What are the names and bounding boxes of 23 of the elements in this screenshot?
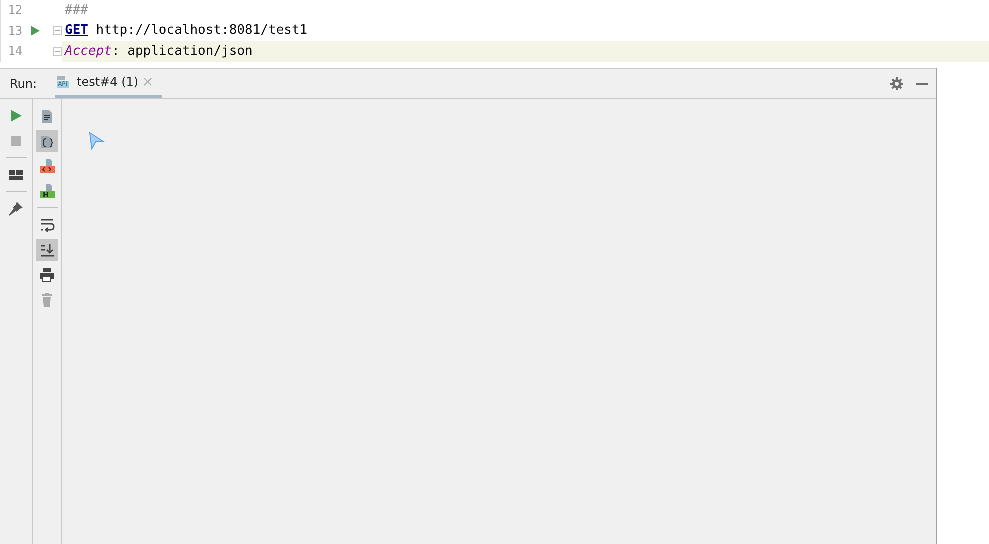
minimize-icon[interactable] xyxy=(916,82,928,84)
line-number: 13 xyxy=(7,24,23,38)
fold-marker-icon[interactable] xyxy=(52,26,62,36)
code-line: Accept: application/json xyxy=(65,44,253,59)
html-file-icon xyxy=(39,158,55,174)
run-icon[interactable] xyxy=(31,26,40,36)
fold-marker-icon[interactable] xyxy=(52,46,62,56)
pin-icon[interactable] xyxy=(8,200,24,216)
code-line: ### xyxy=(65,2,88,18)
printer-icon xyxy=(39,266,55,282)
panel-title: Run: xyxy=(10,76,38,90)
mouse-cursor-icon xyxy=(88,131,106,151)
code-line: GET http://localhost:8081/test1 xyxy=(65,23,308,38)
scroll-to-end-icon xyxy=(39,242,55,258)
run-icon[interactable] xyxy=(8,108,24,124)
line-number: 12 xyxy=(7,3,23,18)
trash-icon xyxy=(39,292,55,308)
settings-icon[interactable] xyxy=(890,76,904,90)
scroll-to-end-button[interactable] xyxy=(36,238,58,260)
text-file-icon xyxy=(39,108,55,124)
soft-wrap-icon xyxy=(39,216,55,232)
line-number: 14 xyxy=(7,44,23,58)
json-file-button[interactable] xyxy=(36,130,58,152)
